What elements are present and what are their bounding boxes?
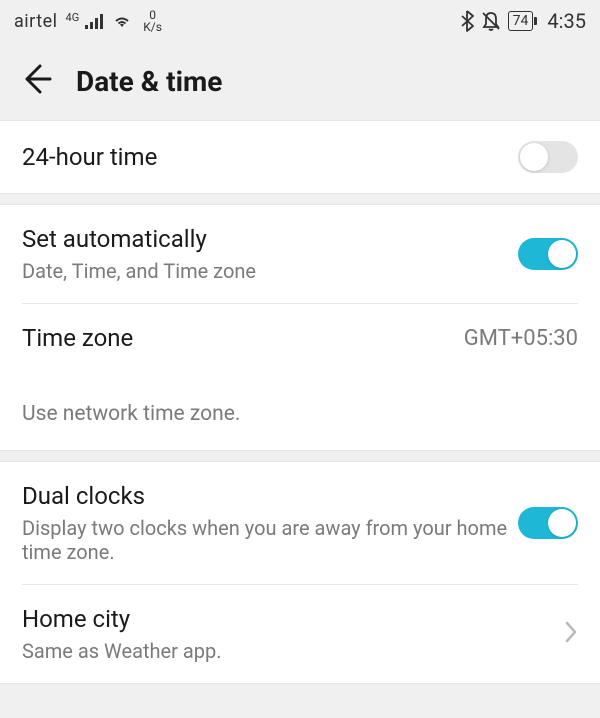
section-24h: 24-hour time: [0, 120, 600, 194]
data-speed: 0 K/s: [143, 9, 162, 33]
statusbar-left: airtel 4G 0 K/s: [14, 9, 162, 33]
sub-set-auto: Date, Time, and Time zone: [22, 259, 518, 283]
section-dual: Dual clocks Display two clocks when you …: [0, 461, 600, 684]
sub-home-city: Same as Weather app.: [22, 639, 554, 663]
statusbar-right: 74 4:35: [460, 9, 586, 33]
value-timezone: GMT+05:30: [464, 326, 578, 351]
network-tag: 4G: [66, 12, 80, 23]
label-timezone: Time zone: [22, 324, 464, 352]
toggle-24h[interactable]: [518, 141, 578, 173]
toggle-dual-clocks[interactable]: [518, 507, 578, 539]
row-24h-time[interactable]: 24-hour time: [0, 121, 600, 193]
row-home-city[interactable]: Home city Same as Weather app.: [0, 585, 600, 683]
section-auto: Set automatically Date, Time, and Time z…: [0, 204, 600, 451]
label-set-auto: Set automatically: [22, 225, 518, 253]
row-set-auto[interactable]: Set automatically Date, Time, and Time z…: [0, 205, 600, 303]
header: Date & time: [0, 42, 600, 120]
label-home-city: Home city: [22, 605, 554, 633]
dnd-icon: [480, 10, 502, 32]
statusbar-time: 4:35: [547, 9, 586, 33]
carrier-name: airtel: [14, 11, 58, 32]
label-24h: 24-hour time: [22, 143, 518, 171]
row-timezone[interactable]: Time zone GMT+05:30: [0, 304, 600, 372]
battery-icon: 74: [508, 11, 538, 31]
page-title: Date & time: [76, 65, 222, 98]
chevron-right-icon: [564, 620, 578, 648]
wifi-icon: [111, 13, 133, 29]
bluetooth-icon: [460, 10, 474, 32]
toggle-set-auto[interactable]: [518, 238, 578, 270]
signal-icon: [85, 13, 105, 29]
timezone-note: Use network time zone.: [0, 372, 600, 450]
row-dual-clocks[interactable]: Dual clocks Display two clocks when you …: [0, 462, 600, 584]
back-icon[interactable]: [20, 62, 54, 100]
sub-dual-clocks: Display two clocks when you are away fro…: [22, 516, 518, 564]
status-bar: airtel 4G 0 K/s 74 4:35: [0, 0, 600, 42]
label-dual-clocks: Dual clocks: [22, 482, 518, 510]
